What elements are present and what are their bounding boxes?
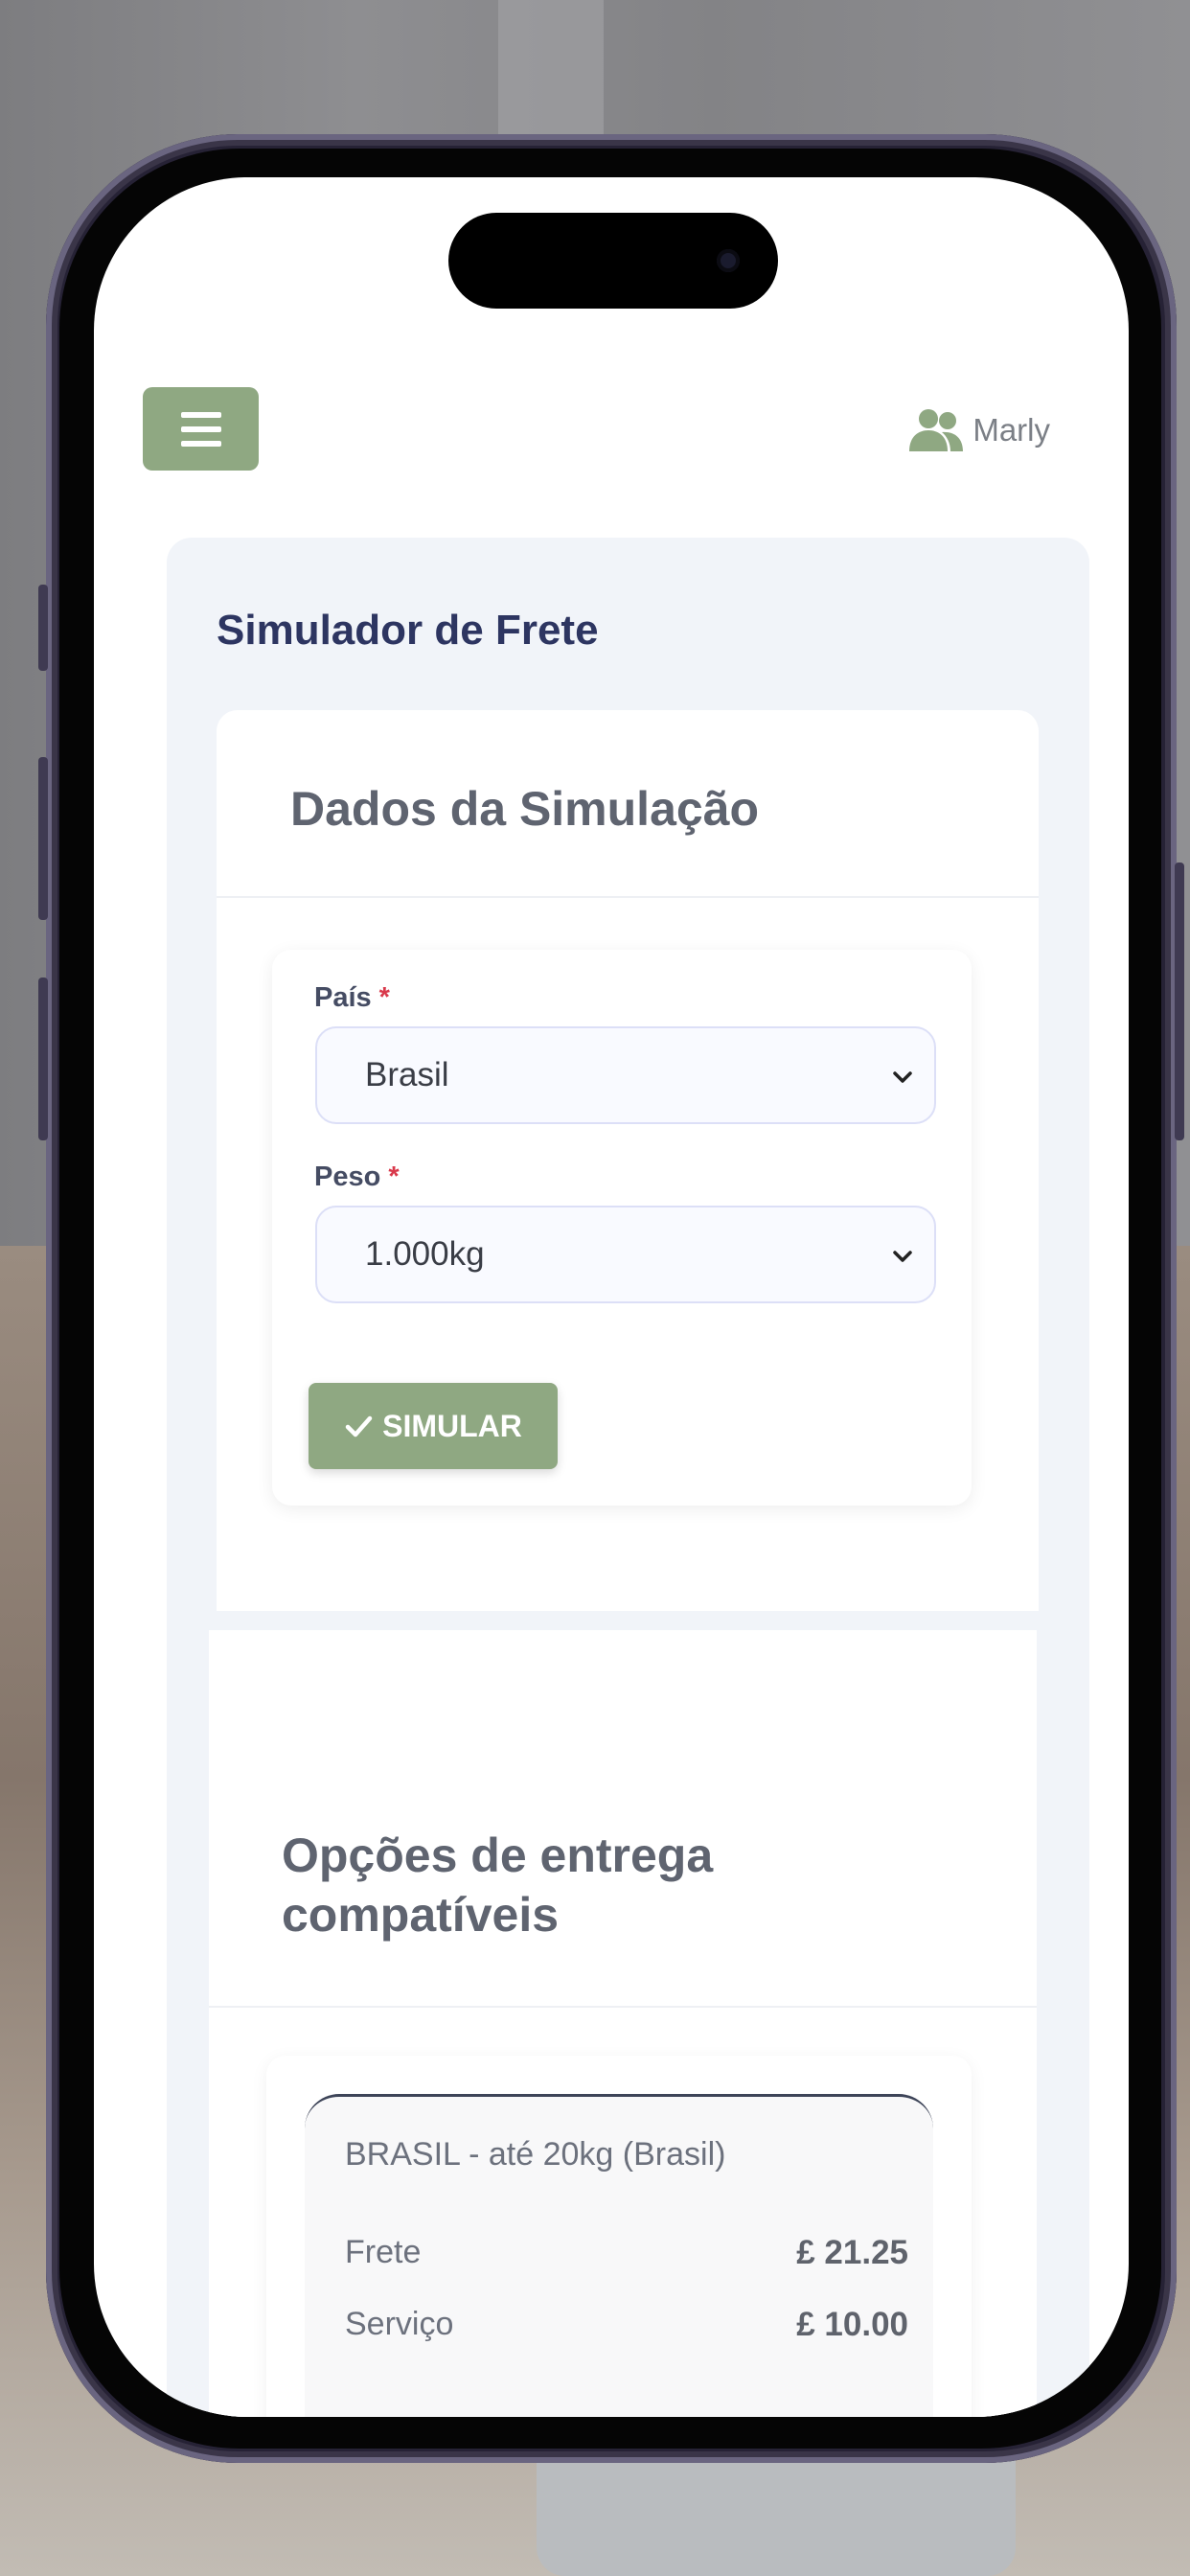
delivery-option-name: BRASIL - até 20kg (Brasil) [345,2136,726,2173]
hamburger-menu-icon [180,411,221,418]
chevron-down-icon [893,1251,912,1262]
divider [217,896,1039,898]
app-screen: Marly Simulador de Frete Dados da Simula… [94,177,1129,2417]
required-mark: * [378,982,390,1013]
simulate-button-label: SIMULAR [382,1408,522,1443]
divider [209,2006,1037,2008]
country-label: País * [314,982,390,1013]
camera-lens-icon [717,249,740,272]
weight-label: Peso * [314,1162,400,1192]
weight-select-value: 1.000kg [365,1235,485,1273]
user-name: Marly [973,412,1050,448]
check-icon [345,1415,373,1438]
fee-value-servico: £ 10.00 [796,2306,908,2343]
phone-volume-up-button [38,757,48,920]
required-mark: * [388,1162,400,1192]
page-title: Simulador de Frete [217,607,599,654]
phone-side-button [38,585,48,671]
country-select[interactable]: Brasil [315,1026,936,1124]
dynamic-island [448,213,778,309]
phone-volume-down-button [38,978,48,1140]
user-menu[interactable]: Marly [907,403,1050,457]
fee-label-frete: Frete [345,2234,422,2270]
users-icon [909,409,964,451]
fee-value-frete: £ 21.25 [796,2234,908,2271]
simulation-card-title: Dados da Simulação [290,782,760,836]
menu-button[interactable] [143,387,259,471]
phone-power-button [1175,862,1184,1140]
country-select-value: Brasil [365,1056,449,1093]
weight-select[interactable]: 1.000kg [315,1206,936,1303]
chevron-down-icon [893,1071,912,1083]
simulate-button[interactable]: SIMULAR [309,1383,558,1469]
fee-label-servico: Serviço [345,2306,454,2342]
delivery-options-title: Opções de entrega compatíveis [282,1828,714,1942]
